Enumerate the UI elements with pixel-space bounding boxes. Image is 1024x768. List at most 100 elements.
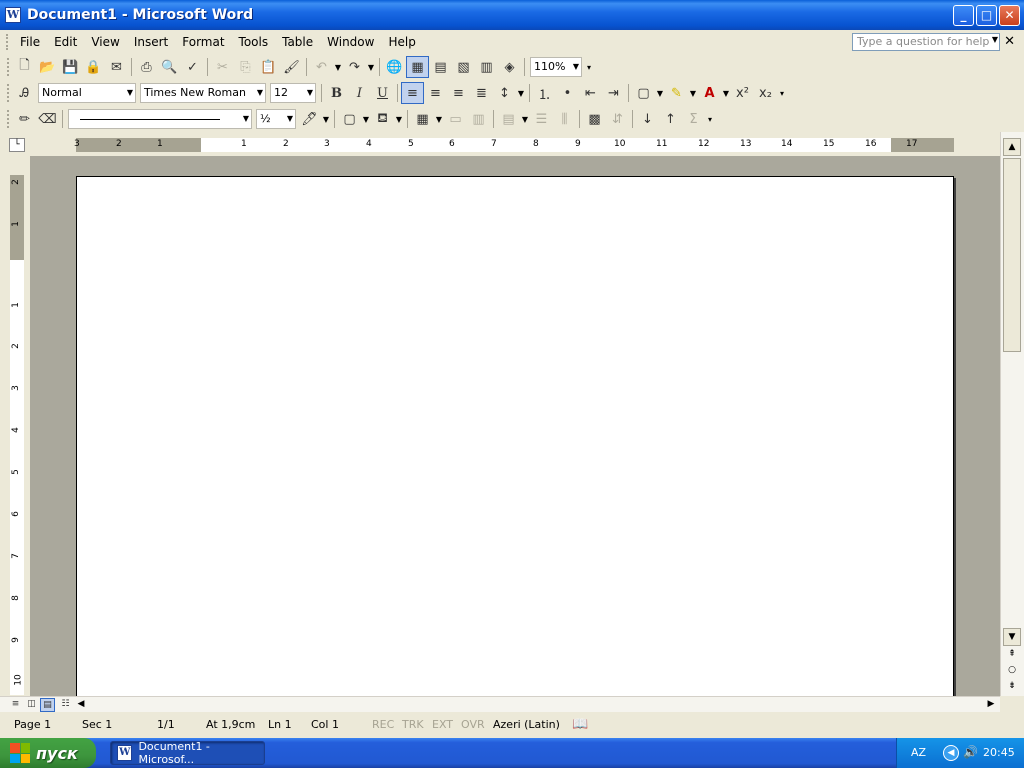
horizontal-scrollbar[interactable]: ≡ ◫ ▤ ☷ ◀ ▶ [0,696,1000,712]
start-button[interactable]: пуск [0,738,96,768]
paste-icon[interactable]: 📋 [257,56,280,78]
bullets-icon[interactable]: • [556,82,579,104]
toolbar-grip[interactable] [7,110,10,128]
status-ovr[interactable]: OVR [461,718,485,731]
distribute-rows-icon[interactable]: ☰ [530,108,553,130]
scroll-left-icon[interactable]: ◀ [74,698,88,711]
tab-selector-icon[interactable]: └ [9,138,25,152]
increase-indent-icon[interactable]: ⇥ [602,82,625,104]
font-select[interactable]: Times New Roman ▼ [140,83,266,103]
menu-grip[interactable] [6,34,9,50]
toolbar-options-icon[interactable]: ▾ [584,63,594,72]
hyperlink-icon[interactable]: 🌐 [383,56,406,78]
split-cells-icon[interactable]: ▥ [467,108,490,130]
status-rec[interactable]: REC [372,718,394,731]
menu-tools[interactable]: Tools [232,33,276,51]
border-dropdown-icon[interactable]: ▼ [655,89,665,98]
menu-view[interactable]: View [84,33,126,51]
status-ext[interactable]: EXT [432,718,453,731]
superscript-icon[interactable]: x² [731,82,754,104]
table-autoformat-icon[interactable]: ▩ [583,108,606,130]
status-language[interactable]: Azeri (Latin) [493,718,560,731]
insert-table-dropdown-icon[interactable]: ▼ [434,115,444,124]
redo-icon[interactable]: ↷ [343,56,366,78]
draw-table-icon[interactable]: ✏ [13,108,36,130]
font-size-select[interactable]: 12 ▼ [270,83,316,103]
align-cell-dropdown-icon[interactable]: ▼ [520,115,530,124]
sort-descending-icon[interactable]: ↑ [659,108,682,130]
scroll-right-icon[interactable]: ▶ [984,698,998,711]
cut-icon[interactable]: ✂ [211,56,234,78]
spelling-status-icon[interactable]: 📖 [572,717,588,732]
close-button[interactable]: ✕ [999,5,1020,26]
menu-window[interactable]: Window [320,33,381,51]
line-spacing-icon[interactable]: ↕ [493,82,516,104]
undo-dropdown-icon[interactable]: ▼ [333,63,343,72]
normal-view-icon[interactable]: ≡ [8,698,23,712]
subscript-icon[interactable]: x₂ [754,82,777,104]
font-size-dropdown-icon[interactable]: ▼ [307,88,313,97]
borders-icon[interactable]: ▢ [338,108,361,130]
underline-icon[interactable]: U [371,82,394,104]
toolbar-options-icon[interactable]: ▾ [777,89,787,98]
scroll-thumb[interactable] [1003,158,1021,352]
horizontal-ruler[interactable]: 3 2 1 1 2 3 4 5 6 7 8 9 10 11 12 13 14 1… [74,138,954,152]
line-weight-dropdown-icon[interactable]: ▼ [287,114,293,123]
print-layout-icon[interactable]: ▤ [40,698,55,712]
style-select[interactable]: Normal ▼ [38,83,136,103]
align-right-icon[interactable]: ≡ [447,82,470,104]
clock[interactable]: 20:45 [983,746,1015,759]
document-close-icon[interactable]: ✕ [1004,34,1015,49]
word-app-icon[interactable]: W [5,7,21,23]
menu-insert[interactable]: Insert [127,33,175,51]
next-page-icon[interactable]: ⇟ [1003,678,1021,696]
menu-format[interactable]: Format [175,33,231,51]
redo-dropdown-icon[interactable]: ▼ [366,63,376,72]
zoom-dropdown-icon[interactable]: ▼ [573,62,579,71]
drawing-icon[interactable]: ◈ [498,56,521,78]
menu-help[interactable]: Help [381,33,422,51]
shading-dropdown-icon[interactable]: ▼ [394,115,404,124]
borders-dropdown-icon[interactable]: ▼ [361,115,371,124]
menu-edit[interactable]: Edit [47,33,84,51]
outside-border-icon[interactable]: ▢ [632,82,655,104]
maximize-button[interactable]: □ [976,5,997,26]
taskbar-item-word[interactable]: W Document1 - Microsof... [110,740,265,766]
undo-icon[interactable]: ↶ [310,56,333,78]
outline-view-icon[interactable]: ☷ [58,698,73,712]
open-folder-icon[interactable]: 📂 [36,56,59,78]
align-cell-icon[interactable]: ▤ [497,108,520,130]
numbering-icon[interactable]: ⒈ [533,82,556,104]
font-dropdown-icon[interactable]: ▼ [257,88,263,97]
insert-excel-icon[interactable]: ▧ [452,56,475,78]
bold-icon[interactable]: B [325,82,348,104]
zoom-select[interactable]: 110% ▼ [530,57,582,77]
line-spacing-dropdown-icon[interactable]: ▼ [516,89,526,98]
text-direction-icon[interactable]: ⇵ [606,108,629,130]
menu-table[interactable]: Table [275,33,320,51]
align-left-icon[interactable]: ≡ [401,82,424,104]
sort-ascending-icon[interactable]: ↓ [636,108,659,130]
status-trk[interactable]: TRK [402,718,424,731]
style-dropdown-icon[interactable]: ▼ [127,88,133,97]
print-preview-icon[interactable]: 🔍 [158,56,181,78]
shading-color-icon[interactable]: ⛾ [371,108,394,130]
toolbar-grip[interactable] [7,58,10,76]
tables-borders-icon[interactable]: ▦ [406,56,429,78]
web-layout-icon[interactable]: ◫ [24,698,39,712]
toolbar-options-icon[interactable]: ▾ [705,115,715,124]
styles-formatting-icon[interactable]: Ꭿ [13,82,36,104]
print-icon[interactable]: ⎙ [135,56,158,78]
save-icon[interactable]: 💾 [59,56,82,78]
font-color-dropdown-icon[interactable]: ▼ [721,89,731,98]
justify-icon[interactable]: ≣ [470,82,493,104]
line-style-select[interactable]: ▼ [68,109,252,129]
permission-icon[interactable]: 🔒 [82,56,105,78]
highlight-icon[interactable]: ✎ [665,82,688,104]
menu-file[interactable]: File [13,33,47,51]
help-dropdown-icon[interactable]: ▼ [992,35,998,44]
italic-icon[interactable]: I [348,82,371,104]
insert-table-icon[interactable]: ▦ [411,108,434,130]
columns-icon[interactable]: ▥ [475,56,498,78]
spelling-icon[interactable]: ✓ [181,56,204,78]
